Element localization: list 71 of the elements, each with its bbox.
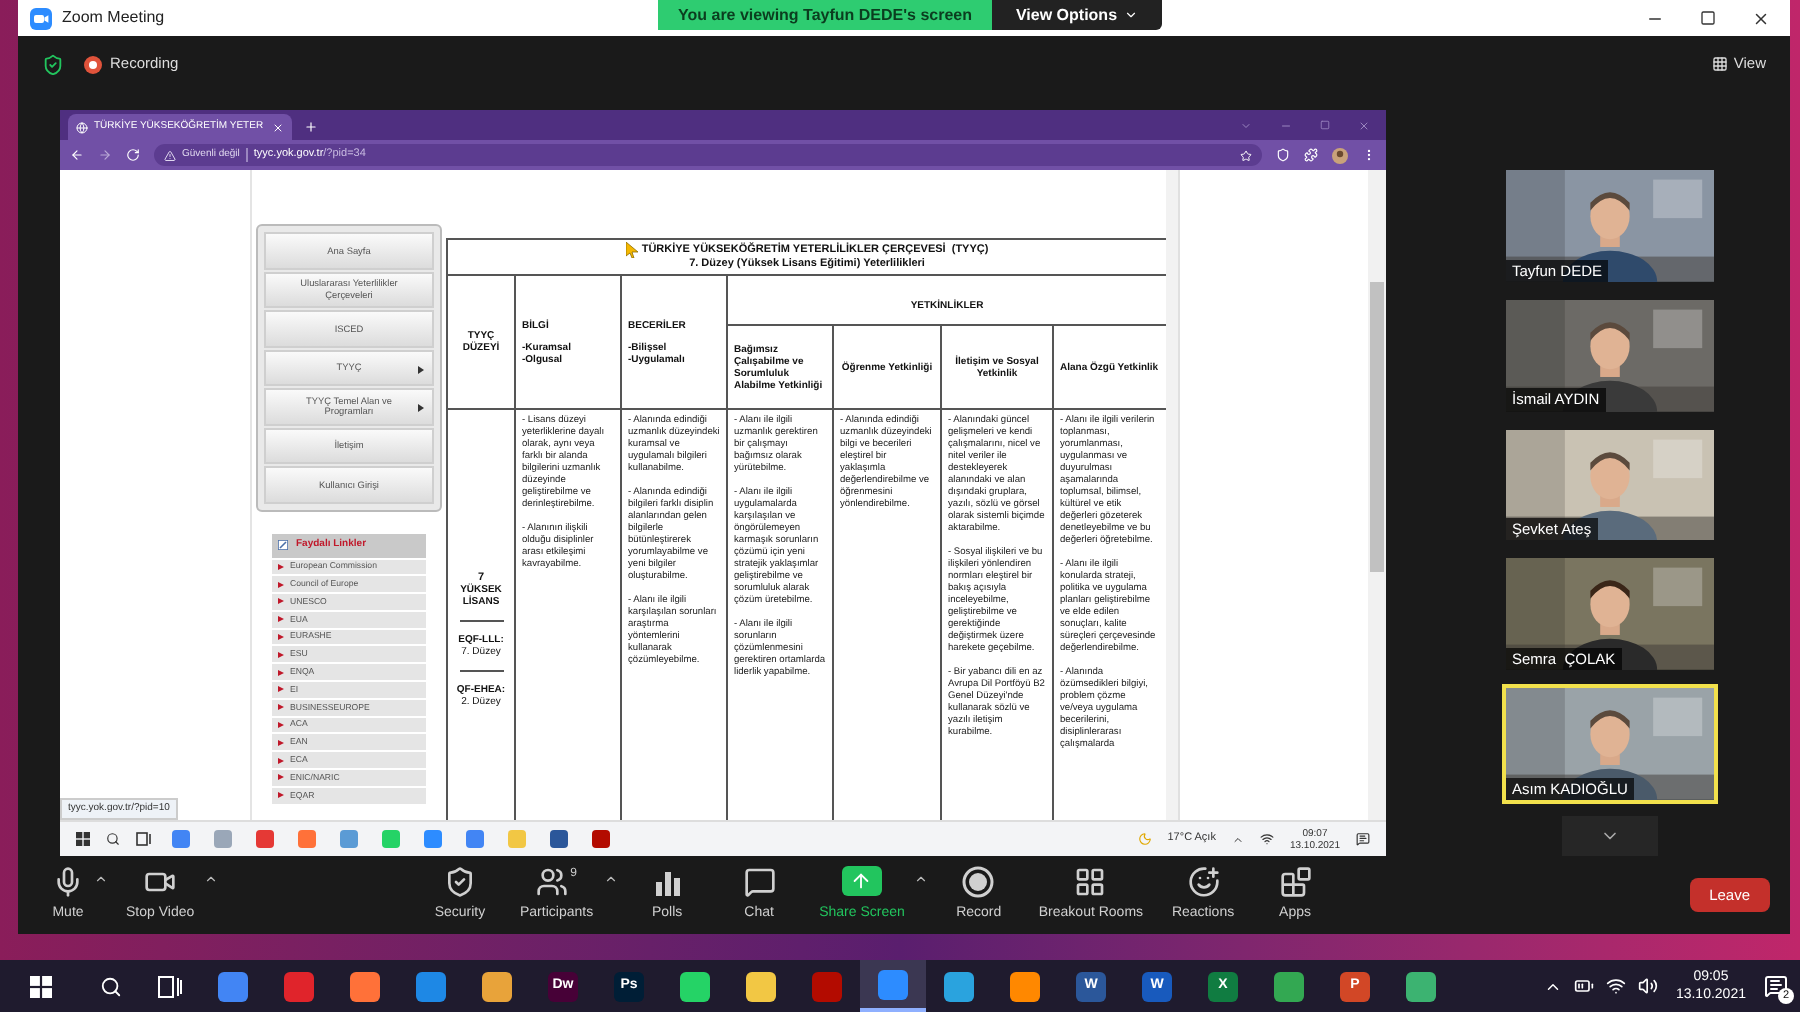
caret-icon[interactable] [204,871,219,886]
caret-icon[interactable] [914,871,929,886]
recording-dot-icon [84,55,102,73]
wifi-icon[interactable] [1259,832,1274,846]
star-icon[interactable] [1240,149,1252,161]
new-tab-icon[interactable] [304,120,318,134]
moon-icon [1137,832,1152,846]
record-icon [962,865,995,898]
app-icon[interactable] [1274,971,1304,1001]
forward-icon[interactable] [98,148,112,162]
bullet-icon [278,686,284,693]
puzzle-icon[interactable] [1304,148,1318,162]
view-options-button[interactable]: View Options [991,0,1162,30]
reload-icon[interactable] [126,148,140,162]
shield-icon[interactable] [42,53,64,75]
people-icon [536,865,569,898]
task-view-icon[interactable] [158,975,182,997]
caret-icon[interactable] [94,871,108,886]
window-title: Zoom Meeting [62,6,165,30]
scrollbar[interactable] [1368,170,1386,820]
bullet-icon [278,616,284,623]
maximize-icon[interactable] [1700,10,1716,26]
app-icon[interactable] [416,971,446,1001]
bullet-icon [278,792,284,799]
grid-icon [1711,56,1728,72]
zoom-logo-icon [30,7,52,29]
bullet-icon [278,739,284,746]
app-icon[interactable] [944,971,974,1001]
shield-icon [444,865,476,898]
close-icon[interactable] [1752,9,1770,27]
app-icon[interactable] [1010,971,1040,1001]
bullet-icon [278,581,284,588]
app-icon[interactable] [1406,971,1436,1001]
bar-chart-icon [653,867,682,896]
menu-icon[interactable] [1362,148,1376,162]
globe-icon [76,121,88,133]
link-icon [278,540,288,550]
bullet-icon [278,774,284,781]
bullet-icon [278,634,284,641]
app-icon[interactable] [350,971,380,1001]
share-banner: You are viewing Tayfun DEDE's screen [658,0,992,30]
app-icon[interactable] [680,971,710,1001]
bullet-icon [278,669,284,676]
bullet-icon [278,757,284,764]
bullet-icon [278,598,284,605]
chat-icon [743,865,776,898]
search-icon[interactable] [106,832,120,846]
caret-icon [1123,8,1138,22]
windows-icon[interactable] [76,832,90,846]
app-icon[interactable] [218,971,248,1001]
notification-icon[interactable] [1356,832,1370,846]
bullet-icon [278,563,284,570]
bullet-icon [278,722,284,729]
bullet-icon [278,704,284,711]
battery-icon[interactable] [1573,976,1594,996]
volume-icon[interactable] [1637,976,1658,996]
grid-icon [1074,865,1107,898]
windows-icon[interactable] [29,975,51,997]
task-view-icon[interactable] [136,832,152,846]
avatar-icon[interactable] [1332,147,1348,163]
cursor-icon [625,242,638,258]
warning-icon [164,149,176,161]
app-icon[interactable] [746,971,776,1001]
apps-icon [1279,865,1312,898]
smiley-icon [1187,865,1220,898]
caret-icon[interactable] [603,871,618,886]
bullet-icon [278,651,284,658]
microphone-icon [52,865,84,898]
app-icon[interactable] [482,971,512,1001]
back-icon[interactable] [70,148,84,162]
wifi-icon[interactable] [1605,976,1626,996]
